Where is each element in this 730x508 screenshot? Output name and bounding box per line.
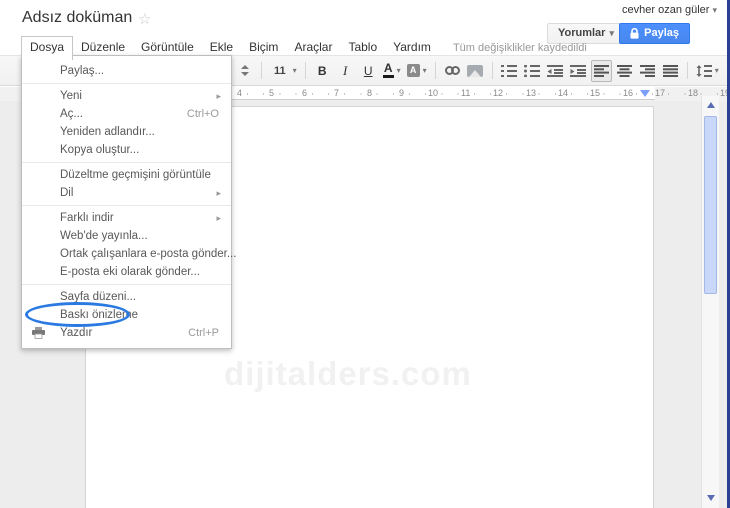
printer-icon: [32, 327, 45, 339]
lock-icon: [630, 28, 639, 39]
chevron-down-icon: ▾: [609, 28, 614, 38]
menu-item-yeni[interactable]: Yeni ▸: [22, 87, 231, 105]
menu-item-dil[interactable]: Dil ▸: [22, 184, 231, 202]
shortcut-label: Ctrl+P: [188, 327, 219, 339]
menu-goruntule[interactable]: Görüntüle: [133, 37, 202, 58]
align-right-button[interactable]: [637, 60, 658, 82]
menu-item-ac[interactable]: Aç... Ctrl+O: [22, 105, 231, 123]
right-indent-marker[interactable]: [640, 90, 650, 97]
highlight-icon: A: [406, 64, 420, 77]
highlight-color-button[interactable]: A ▾: [405, 60, 429, 82]
menu-yardim[interactable]: Yardım: [385, 37, 439, 58]
menu-ekle[interactable]: Ekle: [202, 37, 241, 58]
file-menu-dropdown: Paylaş... Yeni ▸ Aç... Ctrl+O Yeniden ad…: [21, 55, 236, 349]
image-icon: [467, 64, 484, 77]
share-button[interactable]: Paylaş: [619, 23, 690, 44]
menu-item-yeniden-adlandir[interactable]: Yeniden adlandır...: [22, 123, 231, 141]
numbered-list-icon: [501, 64, 518, 77]
chevron-down-icon: ▾: [422, 66, 427, 75]
star-icon[interactable]: ☆: [138, 10, 151, 28]
decrease-indent-button[interactable]: [545, 60, 566, 82]
document-title[interactable]: Adsız doküman: [22, 9, 132, 27]
submenu-arrow-icon: ▸: [216, 188, 221, 198]
chevron-down-icon: ▾: [714, 66, 719, 75]
menu-item-duzeltme-gecmisi[interactable]: Düzeltme geçmişini görüntüle: [22, 166, 231, 184]
bulleted-list-button[interactable]: [522, 60, 543, 82]
menu-item-eposta-eki[interactable]: E-posta eki olarak gönder...: [22, 263, 231, 281]
outdent-icon: [547, 64, 564, 77]
scroll-down-button[interactable]: [704, 491, 718, 505]
menu-tablo[interactable]: Tablo: [340, 37, 385, 58]
insert-link-button[interactable]: [442, 60, 463, 82]
arrow-up-icon: [707, 102, 715, 108]
submenu-arrow-icon: ▸: [216, 91, 221, 101]
scroll-up-button[interactable]: [704, 98, 718, 112]
bulleted-list-icon: [524, 64, 541, 77]
indent-icon: [570, 64, 587, 77]
font-size-select[interactable]: 11 ▾: [268, 60, 299, 82]
increase-indent-button[interactable]: [568, 60, 589, 82]
text-color-icon: A: [382, 62, 394, 78]
menu-item-paylas[interactable]: Paylaş...: [22, 62, 231, 80]
numbered-list-button[interactable]: [499, 60, 520, 82]
font-size-stepper[interactable]: [234, 60, 255, 82]
align-left-button[interactable]: [590, 59, 612, 82]
chevron-down-icon: ▾: [396, 66, 401, 75]
menu-bicim[interactable]: Biçim: [241, 37, 286, 58]
vertical-scrollbar[interactable]: [701, 96, 719, 508]
menu-item-sayfa-duzeni[interactable]: Sayfa düzeni...: [22, 288, 231, 306]
menu-item-yazdir[interactable]: Yazdır Ctrl+P: [22, 324, 231, 342]
watermark: dijitalders.com: [224, 355, 472, 392]
italic-button[interactable]: I: [335, 60, 356, 82]
shortcut-label: Ctrl+O: [186, 108, 219, 120]
text-color-button[interactable]: A ▾: [381, 60, 403, 82]
line-spacing-icon: [696, 64, 712, 77]
submenu-arrow-icon: ▸: [216, 213, 221, 223]
line-spacing-button[interactable]: ▾: [694, 60, 721, 82]
google-docs-window: Adsız doküman ☆ cevher ozan güler ▾ Yorum…: [0, 0, 730, 508]
menu-item-kopya-olustur[interactable]: Kopya oluştur...: [22, 141, 231, 159]
chevron-down-icon: ▾: [712, 5, 717, 15]
arrow-down-icon: [707, 495, 715, 501]
chevron-down-icon: ▾: [292, 66, 297, 75]
menu-dosya[interactable]: Dosya: [21, 36, 74, 60]
user-name: cevher ozan güler: [622, 4, 710, 16]
insert-image-button[interactable]: [465, 60, 486, 82]
menu-duzenle[interactable]: Düzenle: [73, 37, 133, 58]
align-left-icon: [593, 64, 609, 77]
align-right-icon: [639, 64, 655, 77]
menu-item-farkli-indir[interactable]: Farklı indir ▸: [22, 209, 231, 227]
justify-button[interactable]: [660, 60, 681, 82]
menu-bar: Dosya Düzenle Görüntüle Ekle Biçim Araçlar Tab…: [21, 36, 587, 60]
account-menu[interactable]: cevher ozan güler ▾: [622, 4, 717, 16]
menu-item-baski-onizleme[interactable]: Baskı önizleme: [22, 302, 231, 327]
align-center-icon: [616, 64, 632, 77]
menu-item-webde-yayinla[interactable]: Web'de yayınla...: [22, 227, 231, 245]
stepper-icon: [240, 65, 249, 76]
scrollbar-thumb[interactable]: [704, 116, 717, 294]
menu-item-ortak-calisanlara-eposta[interactable]: Ortak çalışanlara e-posta gönder...: [22, 245, 236, 263]
justify-icon: [662, 64, 678, 77]
menu-araclar[interactable]: Araçlar: [286, 37, 340, 58]
align-center-button[interactable]: [614, 60, 635, 82]
underline-button[interactable]: U: [358, 60, 379, 82]
bold-button[interactable]: B: [312, 60, 333, 82]
save-status: Tüm değişiklikler kaydedildi: [452, 42, 587, 54]
